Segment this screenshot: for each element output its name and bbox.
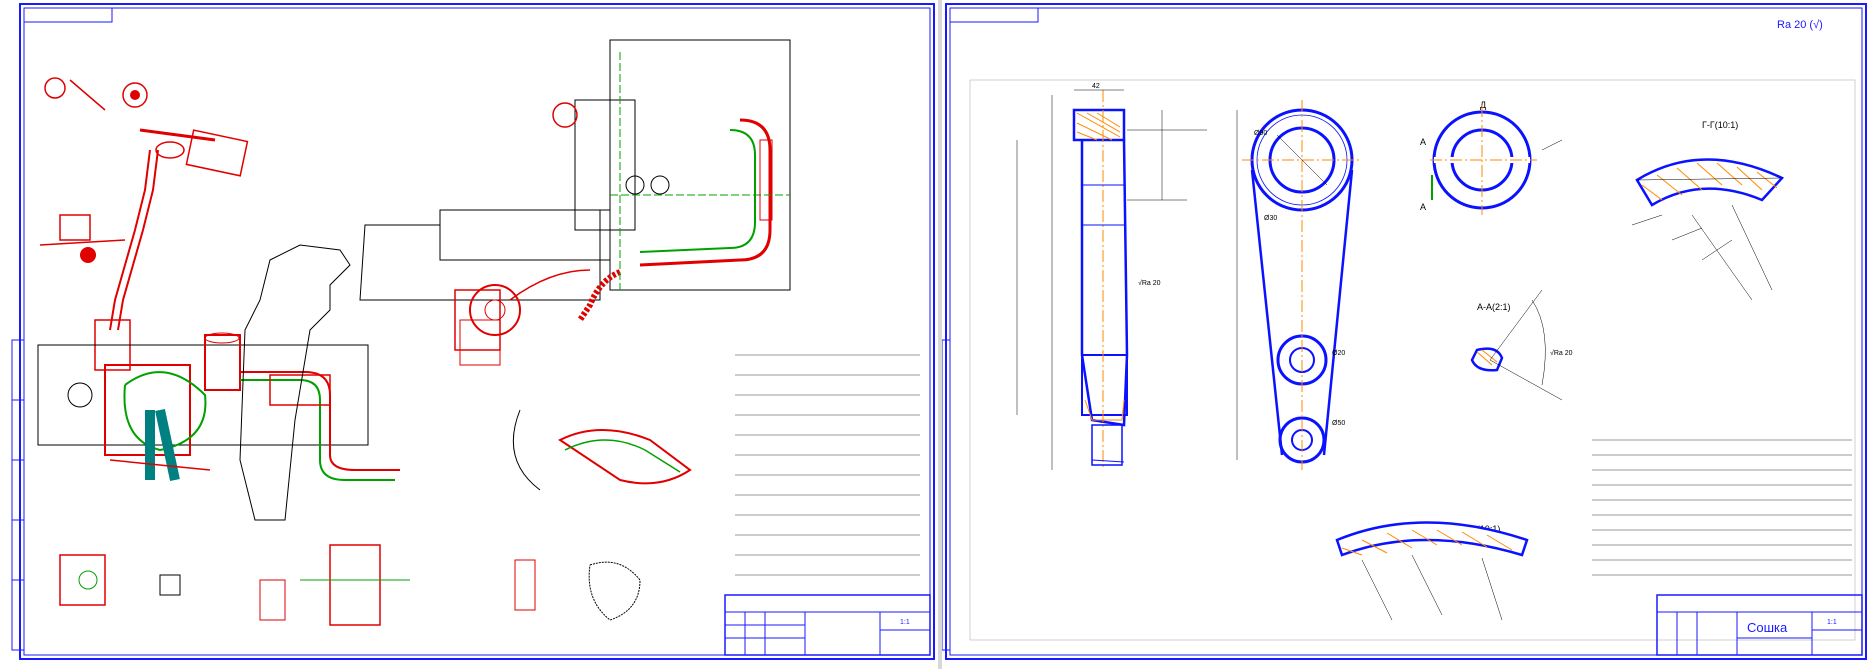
right-corner-label-box (949, 7, 1039, 23)
right-title-block: Сошка 1:1 (1656, 594, 1863, 656)
right-frame (945, 3, 1867, 660)
dim-d50: Ø50 (1332, 420, 1345, 427)
left-drawing-sheet[interactable]: 1:1 (0, 0, 940, 669)
part-plan-view: Ø90 Ø30 Ø20 Ø50 (1236, 100, 1362, 470)
section-d-view: Д А А (1420, 100, 1563, 215)
left-side-strip (11, 339, 25, 651)
section-a-label: А-А(2:1) (1477, 302, 1511, 312)
pump-assembly (454, 269, 591, 366)
right-scale: 1:1 (1827, 619, 1837, 626)
section-b-view: Б-Б(10:1) (1335, 521, 1529, 621)
engine-outline (239, 209, 601, 521)
dim-42: 42 (1092, 83, 1100, 90)
svg-text:А: А (1420, 137, 1426, 147)
right-drawing-sheet[interactable]: Ra 20 (√) 42 √Ra 20 Ø90 Ø30 Ø20 Ø50 Д А … (942, 0, 1872, 669)
dim-d30: Ø30 (1264, 215, 1277, 222)
dim-d20: Ø20 (1332, 350, 1345, 357)
section-g-label: Г-Г(10:1) (1702, 120, 1738, 130)
svg-text:А: А (1420, 202, 1426, 212)
left-corner-label-box (23, 7, 113, 23)
part-name: Сошка (1747, 620, 1788, 635)
dim-ra20-side: √Ra 20 (1138, 279, 1161, 287)
left-frame (19, 3, 935, 660)
dim-ra20-a: √Ra 20 (1550, 349, 1573, 357)
left-title-block: 1:1 (724, 594, 931, 656)
right-frame-inner (949, 7, 1863, 656)
roughness-note: Ra 20 (√) (1777, 19, 1823, 31)
left-scale: 1:1 (900, 619, 910, 626)
part-side-view: 42 √Ra 20 (1016, 83, 1207, 470)
section-g-view: Г-Г(10:1) (1631, 120, 1785, 301)
dim-d90: Ø90 (1254, 130, 1267, 137)
left-drawing-canvas[interactable]: 1:1 (0, 0, 940, 669)
steering-gear-box (37, 332, 400, 482)
steering-column-assembly (39, 77, 249, 371)
section-d-label: Д (1480, 100, 1486, 110)
upper-right-mechanism (439, 39, 791, 322)
right-drawing-canvas[interactable]: Ra 20 (√) 42 √Ra 20 Ø90 Ø30 Ø20 Ø50 Д А … (942, 0, 1872, 669)
right-notes-block (1592, 439, 1852, 576)
left-notes-block (735, 354, 920, 576)
section-a-view: А-А(2:1) √Ra 20 (1470, 289, 1573, 401)
left-frame-inner (23, 7, 931, 656)
